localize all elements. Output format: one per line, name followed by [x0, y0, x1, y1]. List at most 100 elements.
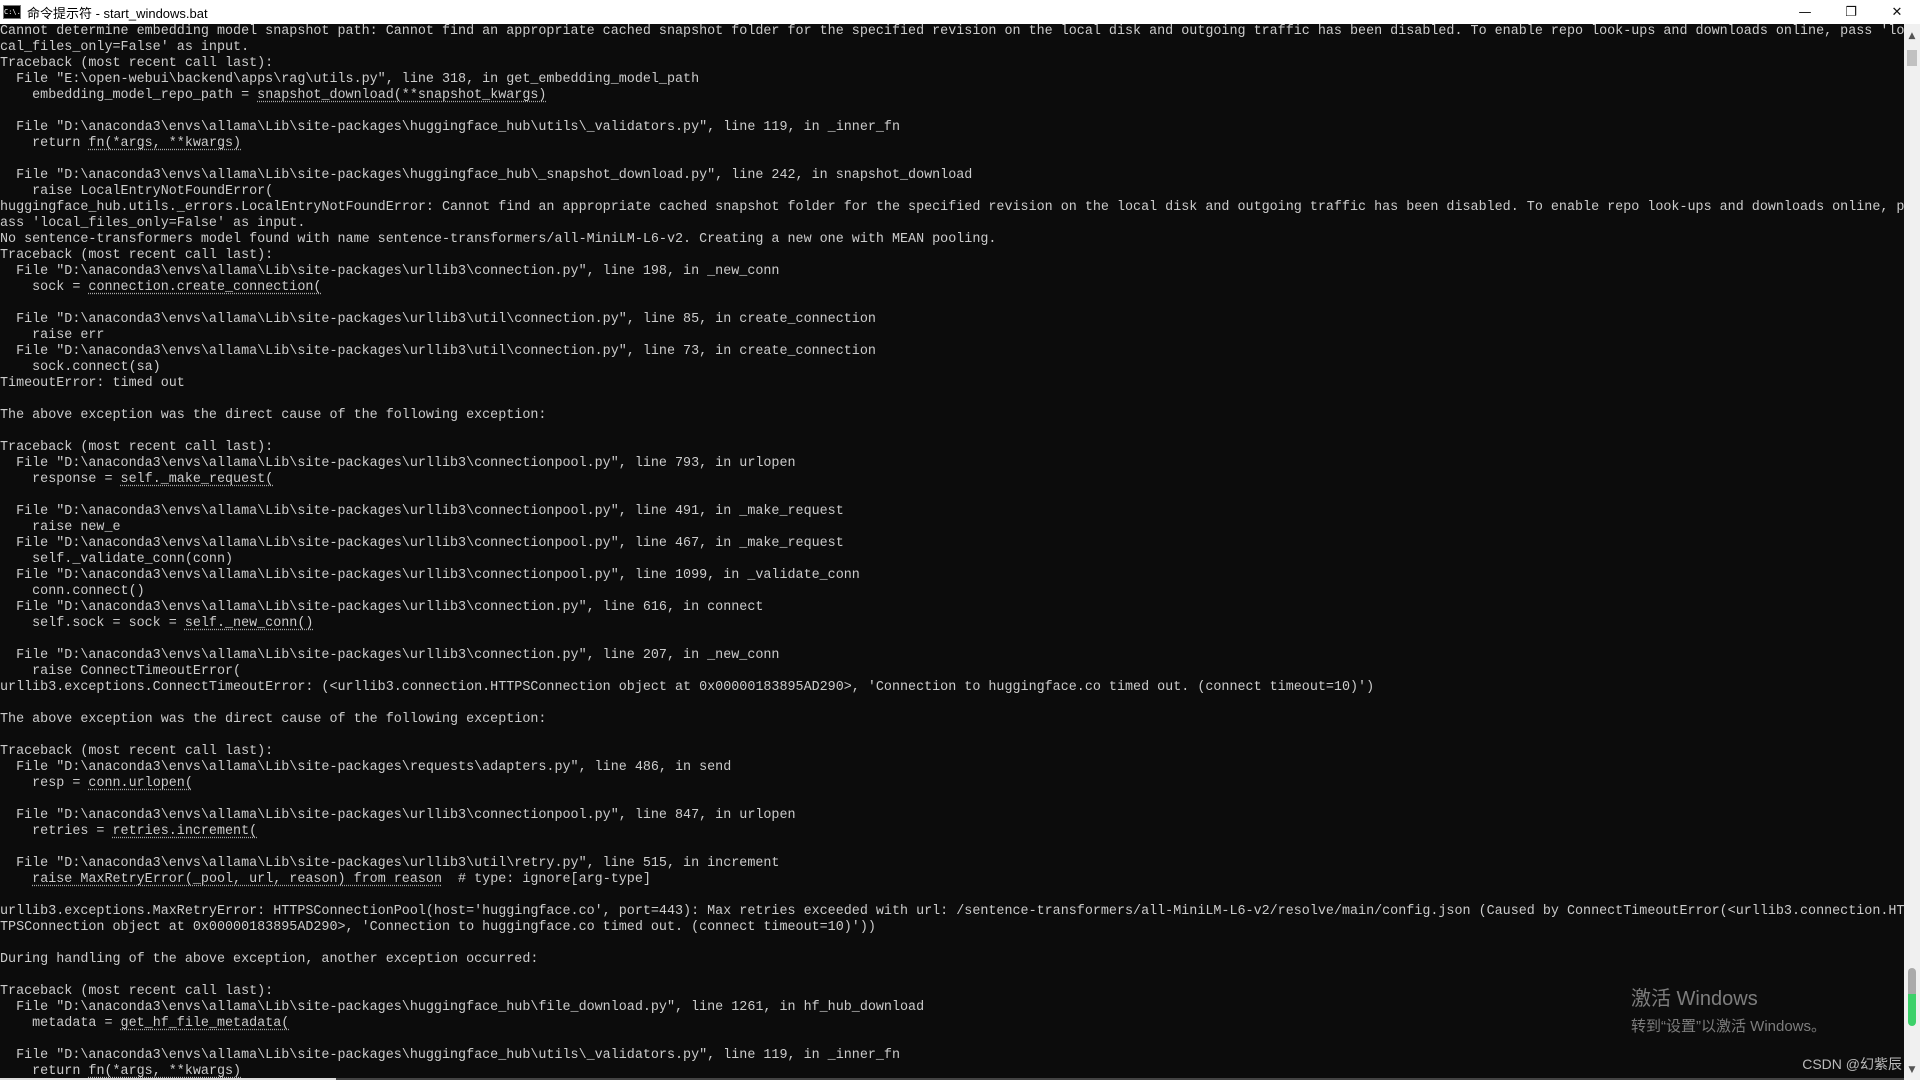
console-line: File "D:\anaconda3\envs\allama\Lib\site-… [0, 312, 1904, 328]
scroll-up-icon[interactable]: ▲ [1904, 28, 1920, 44]
console-line: File "D:\anaconda3\envs\allama\Lib\site-… [0, 264, 1904, 280]
line-text: Traceback (most recent call last): [0, 56, 274, 71]
line-text: Traceback (most recent call last): [0, 440, 274, 455]
console-line: raise ConnectTimeoutError( [0, 664, 1904, 680]
line-text: conn.connect() [0, 584, 145, 599]
window-title: 命令提示符 - start_windows.bat [27, 5, 208, 21]
console-line: Cannot determine embedding model snapsho… [0, 24, 1904, 40]
line-text: Traceback (most recent call last): [0, 248, 274, 263]
line-text: File "D:\anaconda3\envs\allama\Lib\site-… [0, 168, 973, 183]
minimize-button[interactable]: — [1782, 0, 1828, 24]
line-text: ass 'local_files_only=False' as input. [0, 216, 306, 231]
line-text: sock.connect(sa) [0, 360, 161, 375]
line-text: File "D:\anaconda3\envs\allama\Lib\site-… [0, 856, 780, 871]
console-line: TPSConnection object at 0x00000183895AD2… [0, 920, 1904, 936]
vertical-scrollbar[interactable]: ▲ ▼ [1904, 24, 1920, 1080]
line-text: cal_files_only=False' as input. [0, 40, 250, 55]
console-line: File "D:\anaconda3\envs\allama\Lib\site-… [0, 648, 1904, 664]
watermark-subtitle: 转到“设置”以激活 Windows。 [1631, 1018, 1827, 1035]
console-line: Traceback (most recent call last): [0, 56, 1904, 72]
credit-watermark: CSDN @幻紫辰 [1802, 1056, 1902, 1072]
console-line: retries = retries.increment( [0, 824, 1904, 840]
console-line: During handling of the above exception, … [0, 952, 1904, 968]
console-line: File "D:\anaconda3\envs\allama\Lib\site-… [0, 568, 1904, 584]
console-line: huggingface_hub.utils._errors.LocalEntry… [0, 200, 1904, 216]
watermark-title: 激活 Windows [1631, 988, 1758, 1010]
error-highlight: get_hf_file_metadata( [120, 1016, 290, 1031]
line-text: Traceback (most recent call last): [0, 744, 274, 759]
error-highlight: snapshot_download(**snapshot_kwargs) [257, 88, 547, 103]
line-text: resp = [0, 776, 89, 791]
line-text: File "D:\anaconda3\envs\allama\Lib\site-… [0, 808, 796, 823]
console-line: File "D:\anaconda3\envs\allama\Lib\site-… [0, 120, 1904, 136]
console-line: ass 'local_files_only=False' as input. [0, 216, 1904, 232]
line-text: File "D:\anaconda3\envs\allama\Lib\site-… [0, 1048, 900, 1063]
line-text: embedding_model_repo_path = [0, 88, 258, 103]
console-line: return fn(*args, **kwargs) [0, 136, 1904, 152]
console-line: sock.connect(sa) [0, 360, 1904, 376]
scroll-down-icon[interactable]: ▼ [1904, 1062, 1920, 1078]
close-button[interactable]: ✕ [1874, 0, 1920, 24]
line-text [0, 872, 32, 887]
line-text: urllib3.exceptions.MaxRetryError: HTTPSC… [0, 904, 1904, 919]
restore-button[interactable]: ❐ [1828, 0, 1874, 24]
title-bar: C:\. 命令提示符 - start_windows.bat — ❐ ✕ [0, 0, 1920, 24]
line-text: Cannot determine embedding model snapsho… [0, 24, 1904, 39]
console-line: Traceback (most recent call last): [0, 248, 1904, 264]
console-line: raise err [0, 328, 1904, 344]
line-text: File "D:\anaconda3\envs\allama\Lib\site-… [0, 760, 732, 775]
console-line: urllib3.exceptions.ConnectTimeoutError: … [0, 680, 1904, 696]
console-line: self._validate_conn(conn) [0, 552, 1904, 568]
line-text: File "D:\anaconda3\envs\allama\Lib\site-… [0, 264, 780, 279]
line-text: raise new_e [0, 520, 121, 535]
console-line: Traceback (most recent call last): [0, 744, 1904, 760]
line-text: raise err [0, 328, 105, 343]
error-highlight: connection.create_connection( [88, 280, 322, 295]
line-text: metadata = [0, 1016, 121, 1031]
console-line: No sentence-transformers model found wit… [0, 232, 1904, 248]
error-highlight: self._new_conn() [184, 616, 314, 631]
activation-watermark: 激活 Windows 转到“设置”以激活 Windows。 [1631, 982, 1826, 1036]
error-highlight: self._make_request( [120, 472, 274, 487]
console-line: File "E:\open-webui\backend\apps\rag\uti… [0, 72, 1904, 88]
console-line: File "D:\anaconda3\envs\allama\Lib\site-… [0, 760, 1904, 776]
console-line: File "D:\anaconda3\envs\allama\Lib\site-… [0, 856, 1904, 872]
console-output[interactable]: Cannot determine embedding model snapsho… [0, 24, 1904, 1080]
console-line: File "D:\anaconda3\envs\allama\Lib\site-… [0, 1000, 1904, 1016]
console-line: TimeoutError: timed out [0, 376, 1904, 392]
scrollbar-thumb[interactable] [1908, 968, 1916, 1026]
line-text: File "D:\anaconda3\envs\allama\Lib\site-… [0, 648, 780, 663]
console-line: urllib3.exceptions.MaxRetryError: HTTPSC… [0, 904, 1904, 920]
console-line: The above exception was the direct cause… [0, 408, 1904, 424]
scrollbar-track-highlight [1907, 50, 1917, 66]
error-highlight: conn.urlopen( [88, 776, 193, 791]
line-text: TPSConnection object at 0x00000183895AD2… [0, 920, 876, 935]
console-line: File "D:\anaconda3\envs\allama\Lib\site-… [0, 168, 1904, 184]
line-text: huggingface_hub.utils._errors.LocalEntry… [0, 200, 1904, 215]
console-line: File "D:\anaconda3\envs\allama\Lib\site-… [0, 600, 1904, 616]
console-line: raise LocalEntryNotFoundError( [0, 184, 1904, 200]
line-text: File "D:\anaconda3\envs\allama\Lib\site-… [0, 536, 844, 551]
line-text: self.sock = sock = [0, 616, 185, 631]
console-line: raise MaxRetryError(_pool, url, reason) … [0, 872, 1904, 888]
console-line: conn.connect() [0, 584, 1904, 600]
line-text: # type: ignore[arg-type] [441, 872, 651, 887]
console-line: embedding_model_repo_path = snapshot_dow… [0, 88, 1904, 104]
line-text: File "E:\open-webui\backend\apps\rag\uti… [0, 72, 700, 87]
console-line: File "D:\anaconda3\envs\allama\Lib\site-… [0, 456, 1904, 472]
cmd-app-icon: C:\. [3, 5, 21, 19]
line-text: raise LocalEntryNotFoundError( [0, 184, 274, 199]
line-text: File "D:\anaconda3\envs\allama\Lib\site-… [0, 504, 844, 519]
line-text: The above exception was the direct cause… [0, 408, 547, 423]
